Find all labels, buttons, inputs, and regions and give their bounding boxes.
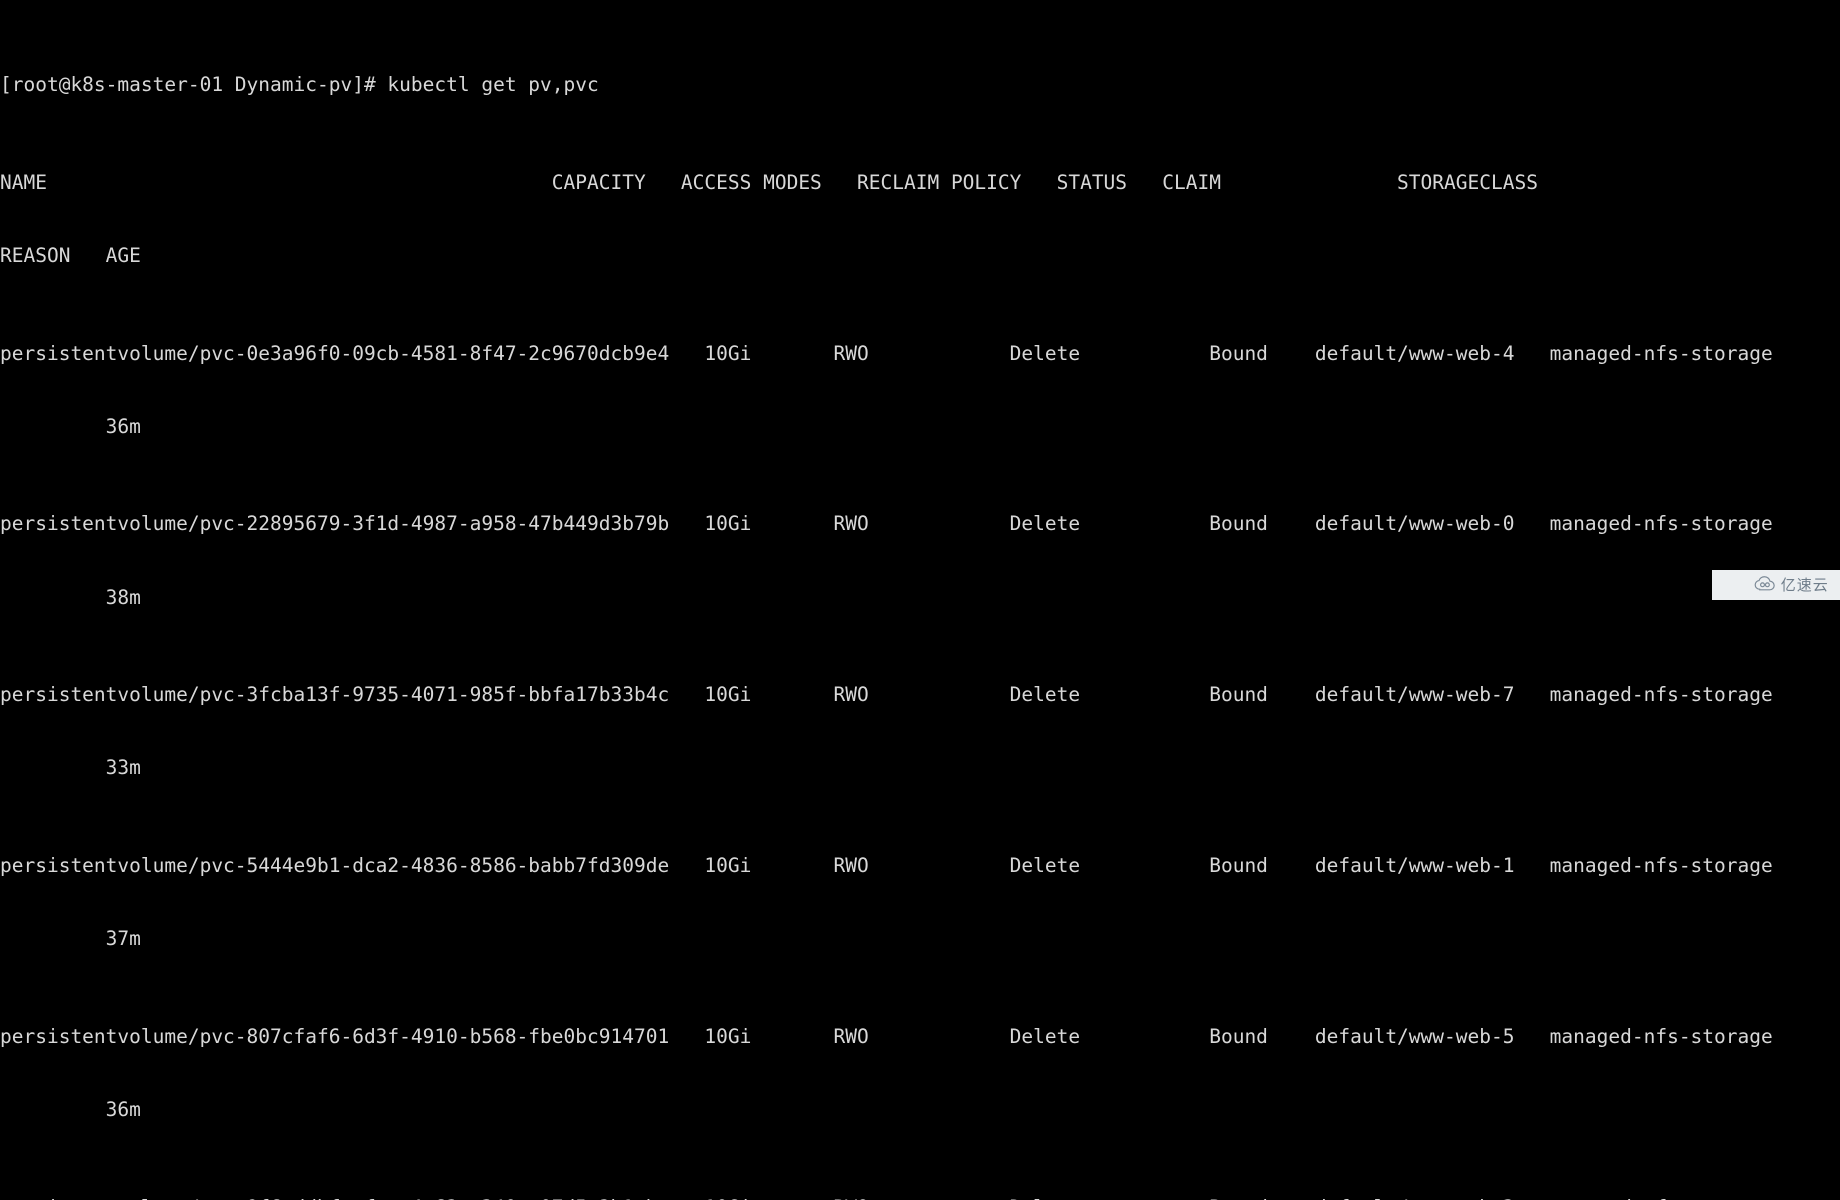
watermark-label: 亿速云 (1780, 575, 1829, 594)
pv-table-row-wrap: 36m (0, 414, 141, 438)
pv-table-header-line-2: REASON AGE (0, 244, 141, 268)
terminal-window[interactable]: [root@k8s-master-01 Dynamic-pv]# kubectl… (0, 0, 1840, 1200)
pv-table-row: persistentvolume/pvc-0e3a96f0-09cb-4581-… (0, 341, 1773, 365)
watermark: 亿速云 (1712, 570, 1840, 600)
pv-table-row-wrap: 36m (0, 1098, 141, 1122)
pv-table-row-wrap: 37m (0, 927, 141, 951)
pv-table-row: persistentvolume/pvc-807cfaf6-6d3f-4910-… (0, 1024, 1773, 1048)
pv-table-row: persistentvolume/pvc-3fcba13f-9735-4071-… (0, 683, 1773, 707)
pv-table-row: persistentvolume/pvc-22895679-3f1d-4987-… (0, 512, 1773, 536)
pv-table-row-wrap: 33m (0, 756, 141, 780)
command-prompt-line: [root@k8s-master-01 Dynamic-pv]# kubectl… (0, 73, 599, 97)
pv-table-row-wrap: 38m (0, 585, 141, 609)
pv-table-header-line-1: NAME CAPACITY ACCESS MODES RECLAIM POLIC… (0, 170, 1538, 194)
pv-table-row: persistentvolume/pvc-5444e9b1-dca2-4836-… (0, 854, 1773, 878)
cloud-icon (1723, 560, 1776, 610)
pv-table-row: persistentvolume/pvc-9f6eddbf-afce-4e62-… (0, 1196, 1840, 1200)
